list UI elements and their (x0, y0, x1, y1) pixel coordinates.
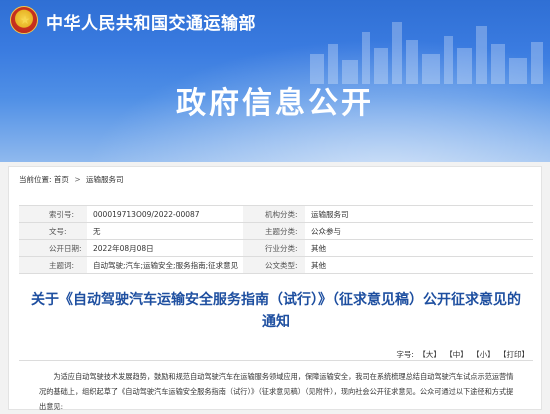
font-size-large-button[interactable]: 【大】 (418, 350, 441, 359)
breadcrumb-department-link[interactable]: 运输服务司 (86, 175, 124, 184)
keywords-value: 自动驾驶;汽车;运输安全;服务指南;征求意见 (87, 256, 243, 274)
topic-label: 主题分类: (243, 222, 305, 240)
type-label: 公文类型: (243, 256, 305, 274)
index-label: 索引号: (19, 205, 87, 223)
breadcrumb-home-link[interactable]: 首页 (54, 175, 69, 184)
print-button[interactable]: 【打印】 (499, 350, 529, 359)
document-title: 关于《自动驾驶汽车运输安全服务指南（试行）》（征求意见稿）公开征求意见的通知 (31, 292, 521, 330)
table-row: 索引号: 000019713O09/2022-00087 机构分类: 运输服务司 (19, 205, 533, 223)
type-value: 其他 (305, 256, 533, 274)
table-row: 主题词: 自动驾驶;汽车;运输安全;服务指南;征求意见 公文类型: 其他 (19, 256, 533, 274)
banner-title: 政府信息公开 (176, 86, 374, 121)
docno-label: 文号: (19, 222, 87, 240)
org-value: 运输服务司 (305, 205, 533, 223)
ministry-name[interactable]: 中华人民共和国交通运输部 (46, 9, 256, 34)
index-value: 000019713O09/2022-00087 (87, 205, 243, 223)
main-content: 当前位置: 首页 > 运输服务司 索引号: 000019713O09/2022-… (8, 166, 542, 411)
org-label: 机构分类: (243, 205, 305, 223)
divider (19, 360, 533, 361)
table-row: 公开日期: 2022年08月08日 行业分类: 其他 (19, 239, 533, 257)
topic-value: 公众参与 (305, 222, 533, 240)
body-paragraph: 为适应自动驾驶技术发展趋势，鼓励和规范自动驾驶汽车在运输服务领域应用，保障运输安… (39, 372, 514, 411)
font-size-medium-button[interactable]: 【中】 (445, 350, 468, 359)
breadcrumb: 当前位置: 首页 > 运输服务司 (19, 174, 124, 185)
date-label: 公开日期: (19, 239, 87, 257)
font-size-small-button[interactable]: 【小】 (472, 350, 495, 359)
document-metadata-table: 索引号: 000019713O09/2022-00087 机构分类: 运输服务司… (19, 205, 533, 274)
docno-value: 无 (87, 222, 243, 240)
header-banner: ★ 中华人民共和国交通运输部 政府信息公开 (0, 0, 550, 162)
breadcrumb-label: 当前位置: (19, 175, 52, 184)
font-size-label: 字号: (396, 350, 414, 359)
national-emblem-logo[interactable]: ★ (10, 6, 38, 34)
breadcrumb-separator: > (74, 175, 81, 184)
table-row: 文号: 无 主题分类: 公众参与 (19, 222, 533, 240)
document-body: 为适应自动驾驶技术发展趋势，鼓励和规范自动驾驶汽车在运输服务领域应用，保障运输安… (39, 369, 519, 414)
keywords-label: 主题词: (19, 256, 87, 274)
star-icon: ★ (19, 13, 31, 27)
city-skyline-image (310, 22, 543, 84)
font-size-controls: 字号: 【大】 【中】 【小】 【打印】 (396, 349, 529, 360)
date-value: 2022年08月08日 (87, 239, 243, 257)
industry-label: 行业分类: (243, 239, 305, 257)
industry-value: 其他 (305, 239, 533, 257)
